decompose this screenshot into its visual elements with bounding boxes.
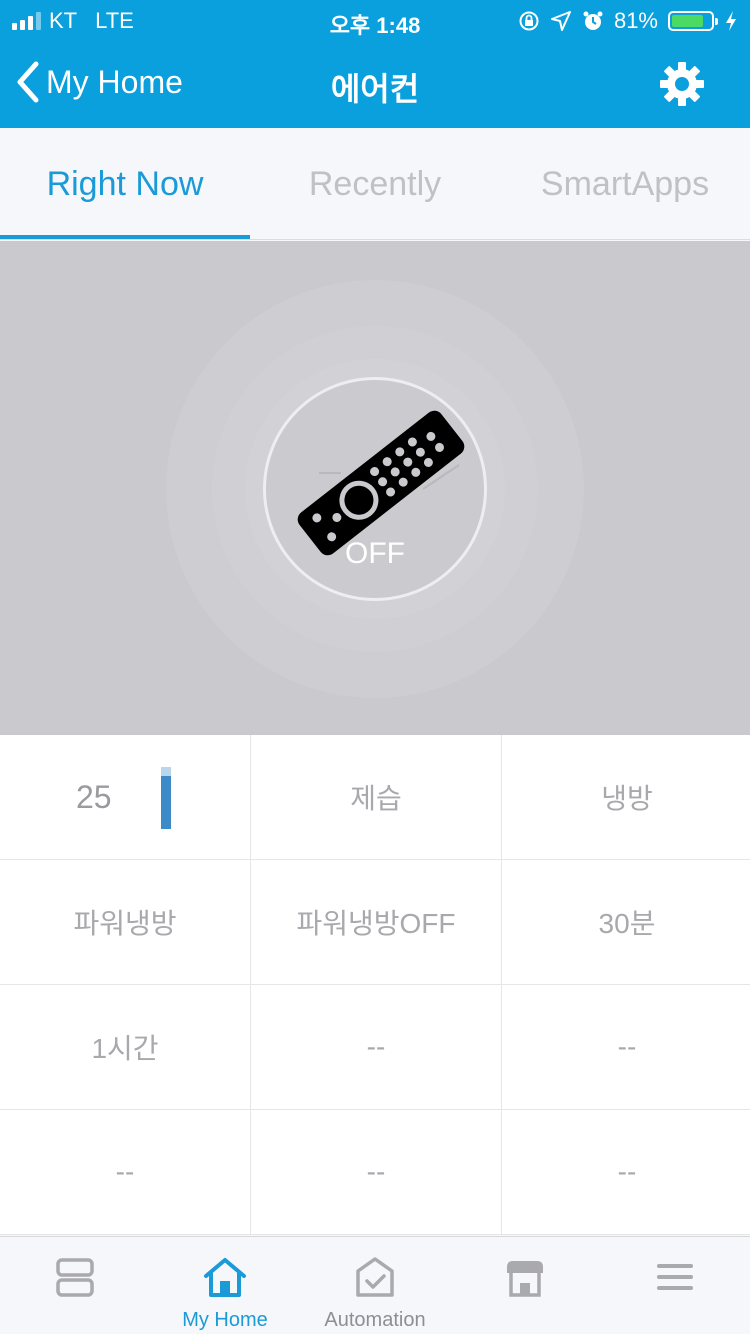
gear-icon[interactable]	[658, 60, 706, 108]
menu-icon	[657, 1264, 693, 1290]
back-label: My Home	[46, 63, 183, 100]
control-tile-cooling[interactable]: 냉방	[502, 735, 750, 859]
control-tile-power-cooling-off[interactable]: 파워냉방OFF	[251, 860, 501, 984]
battery-percent: 81%	[613, 8, 658, 33]
control-tile-empty[interactable]: --	[251, 985, 501, 1109]
tab-recently[interactable]: Recently	[250, 128, 500, 239]
temperature-tile[interactable]: 25	[0, 735, 250, 859]
marketplace-icon	[507, 1261, 543, 1297]
tabbar-label: My Home	[182, 1309, 268, 1331]
tab-smartapps[interactable]: SmartApps	[500, 128, 750, 239]
tab-right-now[interactable]: Right Now	[0, 128, 250, 239]
device-hero: OFF	[0, 241, 750, 735]
tabbar-item-marketplace[interactable]	[450, 1237, 600, 1334]
tabbar-item-my-home[interactable]: My Home	[150, 1237, 300, 1334]
back-button[interactable]: My Home	[14, 60, 183, 104]
control-tile-1hour[interactable]: 1시간	[0, 985, 250, 1109]
temperature-level-bar	[161, 767, 171, 829]
nav-bar: My Home 에어컨	[0, 40, 750, 128]
home-icon	[204, 1258, 246, 1297]
tab-bar: Right Now Recently SmartApps	[0, 128, 750, 240]
orientation-lock-icon	[519, 11, 539, 31]
control-tile-empty[interactable]: --	[502, 1110, 750, 1234]
temperature-level-fill	[161, 776, 171, 829]
control-tile-empty[interactable]: --	[0, 1110, 250, 1234]
alarm-icon	[583, 11, 603, 30]
bottom-tab-bar: My Home Automation	[0, 1236, 750, 1334]
battery-icon	[668, 11, 718, 31]
control-grid: 25 제습 냉방 파워냉방 파워냉방OFF 30분 1시간 -- -- -- -…	[0, 735, 750, 1235]
status-bar: KT LTE 오후 1:48 81%	[0, 0, 750, 40]
location-icon	[550, 11, 571, 31]
tabbar-item-menu[interactable]	[600, 1237, 750, 1334]
charging-icon	[726, 11, 736, 31]
tabbar-item-automation[interactable]: Automation	[300, 1237, 450, 1334]
dashboard-icon	[56, 1258, 94, 1297]
control-tile-30min[interactable]: 30분	[502, 860, 750, 984]
status-right: 81%	[518, 8, 738, 34]
control-tile-empty[interactable]: --	[502, 985, 750, 1109]
control-tile-empty[interactable]: --	[251, 1110, 501, 1234]
temperature-value: 25	[76, 778, 112, 815]
control-tile-dehumidify[interactable]: 제습	[251, 735, 501, 859]
tabbar-item-dashboard[interactable]	[0, 1237, 150, 1334]
device-state: OFF	[345, 537, 405, 570]
automation-icon	[356, 1257, 394, 1297]
chevron-left-icon	[17, 61, 39, 103]
control-tile-power-cooling[interactable]: 파워냉방	[0, 860, 250, 984]
tabbar-label: Automation	[324, 1309, 426, 1331]
battery-fill	[672, 15, 703, 27]
